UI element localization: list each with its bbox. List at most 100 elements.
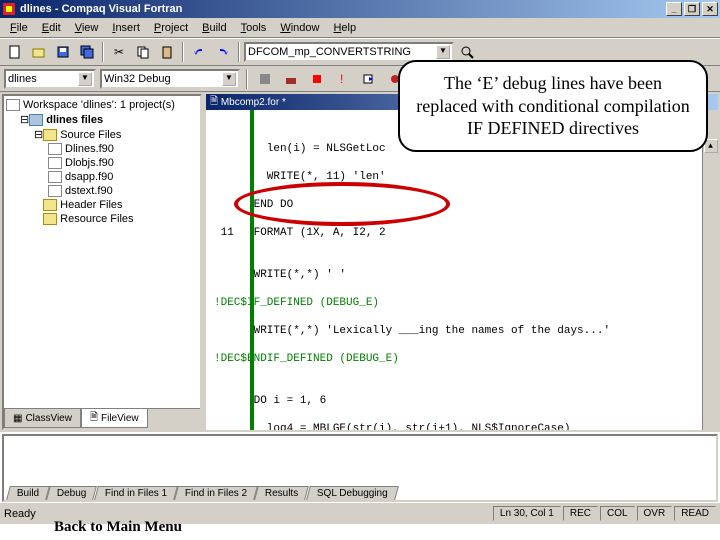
tree-folder-resource[interactable]: Resource Files: [6, 212, 198, 226]
copy-button[interactable]: [132, 41, 154, 63]
tab-fileview[interactable]: 🗎FileView: [81, 409, 148, 428]
toolbar-sep: [238, 42, 240, 62]
tree-workspace[interactable]: Workspace 'dlines': 1 project(s): [6, 98, 198, 112]
tree-label: Dlines.f90: [65, 143, 114, 155]
chevron-down-icon[interactable]: ▼: [222, 72, 236, 86]
save-button[interactable]: [52, 41, 74, 63]
status-rec: REC: [563, 506, 598, 521]
go-button[interactable]: [358, 68, 380, 90]
back-link[interactable]: Back to Main Menu: [54, 519, 182, 536]
tree-label: Header Files: [60, 199, 122, 211]
tree-file[interactable]: Dlobjs.f90: [6, 156, 198, 170]
toolbar-sep: [182, 42, 184, 62]
window-buttons: _ ❐ ✕: [666, 2, 718, 16]
execute-button[interactable]: !: [332, 68, 354, 90]
tree-label: Workspace 'dlines': 1 project(s): [23, 99, 175, 111]
minimize-button[interactable]: _: [666, 2, 682, 16]
menu-help[interactable]: Help: [327, 20, 362, 36]
tree-file[interactable]: dstext.f90: [6, 184, 198, 198]
member-combo-text: DFCOM_mp_CONVERTSTRING: [248, 46, 411, 58]
code-editor[interactable]: len(i) = NLSGetLoc WRITE(*, 11) 'len' EN…: [206, 110, 718, 430]
tree-label: Source Files: [60, 129, 121, 141]
annotation-callout: The ‘E’ debug lines have been replaced w…: [398, 60, 708, 152]
tree-label: dlines files: [46, 114, 103, 126]
menu-window[interactable]: Window: [274, 20, 325, 36]
menubar: File Edit View Insert Project Build Tool…: [0, 18, 720, 38]
tree-file[interactable]: Dlines.f90: [6, 142, 198, 156]
tab-classview[interactable]: ▦ClassView: [4, 409, 81, 428]
document-title: Mbcomp2.for *: [221, 97, 286, 108]
folder-icon: [43, 129, 57, 141]
workspace-tabs: ▦ClassView 🗎FileView: [4, 408, 200, 428]
save-all-button[interactable]: [76, 41, 98, 63]
file-icon: [48, 143, 62, 155]
status-ovr: OVR: [637, 506, 673, 521]
folder-icon: [43, 199, 57, 211]
menu-build[interactable]: Build: [196, 20, 232, 36]
tab-label: SQL Debugging: [316, 488, 387, 499]
tree-label: dsapp.f90: [65, 171, 113, 183]
app-icon: [2, 2, 16, 16]
undo-button[interactable]: [188, 41, 210, 63]
menu-tools[interactable]: Tools: [235, 20, 273, 36]
project-icon: [29, 114, 43, 126]
tab-find1[interactable]: Find in Files 1: [94, 486, 178, 500]
output-pane: Build Debug Find in Files 1 Find in File…: [2, 434, 718, 502]
project-combo[interactable]: dlines ▼: [4, 69, 96, 89]
tab-build[interactable]: Build: [6, 486, 50, 500]
file-icon: [48, 185, 62, 197]
menu-edit[interactable]: Edit: [36, 20, 67, 36]
tab-label: Build: [17, 488, 39, 499]
toolbar-sep: [246, 69, 248, 89]
tab-find2[interactable]: Find in Files 2: [174, 486, 258, 500]
build-button[interactable]: [280, 68, 302, 90]
tree-project[interactable]: ⊟ dlines files: [6, 112, 198, 127]
tree-label: Dlobjs.f90: [65, 157, 114, 169]
status-read: READ: [674, 506, 716, 521]
member-combo[interactable]: DFCOM_mp_CONVERTSTRING ▼: [244, 42, 454, 62]
tab-results[interactable]: Results: [254, 486, 309, 500]
code-line: log4 = MBLGE(str(i), str(i+1), NLS$Ignor…: [214, 422, 714, 430]
redo-button[interactable]: [212, 41, 234, 63]
config-combo[interactable]: Win32 Debug ▼: [100, 69, 240, 89]
code-line: !DEC$ENDIF_DEFINED (DEBUG_E): [214, 352, 714, 366]
tree-file[interactable]: dsapp.f90: [6, 170, 198, 184]
code-line: 11 FORMAT (1X, A, I2, 2: [214, 226, 714, 240]
tab-label: Find in Files 2: [185, 488, 247, 499]
code-line: WRITE(*,*) 'Lexically ___ing the names o…: [214, 324, 714, 338]
open-button[interactable]: [28, 41, 50, 63]
tree-folder-header[interactable]: Header Files: [6, 198, 198, 212]
title-app: dlines: [20, 3, 52, 15]
stop-build-button[interactable]: [306, 68, 328, 90]
menu-file[interactable]: File: [4, 20, 34, 36]
toolbar-sep: [102, 42, 104, 62]
file-tree[interactable]: Workspace 'dlines': 1 project(s) ⊟ dline…: [4, 96, 200, 408]
menu-view[interactable]: View: [69, 20, 105, 36]
doc-icon: 🗎: [210, 94, 218, 111]
paste-button[interactable]: [156, 41, 178, 63]
cut-button[interactable]: ✂: [108, 41, 130, 63]
chevron-down-icon[interactable]: ▼: [436, 45, 450, 59]
menu-insert[interactable]: Insert: [106, 20, 146, 36]
tab-label: Debug: [57, 488, 86, 499]
tab-label: Results: [265, 488, 298, 499]
menu-project[interactable]: Project: [148, 20, 194, 36]
close-button[interactable]: ✕: [702, 2, 718, 16]
tree-label: Resource Files: [60, 213, 133, 225]
compile-button[interactable]: [254, 68, 276, 90]
titlebar: dlines - Compaq Visual Fortran _ ❐ ✕: [0, 0, 720, 18]
folder-icon: [43, 213, 57, 225]
project-combo-text: dlines: [8, 73, 37, 85]
tab-debug[interactable]: Debug: [46, 486, 97, 500]
code-line: END DO: [214, 198, 714, 212]
output-tabs: Build Debug Find in Files 1 Find in File…: [8, 482, 712, 500]
tree-folder-source[interactable]: ⊟ Source Files: [6, 127, 198, 142]
svg-text:✂: ✂: [114, 45, 124, 59]
new-button[interactable]: [4, 41, 26, 63]
maximize-button[interactable]: ❐: [684, 2, 700, 16]
chevron-down-icon[interactable]: ▼: [78, 72, 92, 86]
tab-label: FileView: [101, 413, 139, 424]
window-title: dlines - Compaq Visual Fortran: [20, 3, 666, 15]
tab-sql[interactable]: SQL Debugging: [306, 486, 399, 500]
file-icon: [48, 157, 62, 169]
